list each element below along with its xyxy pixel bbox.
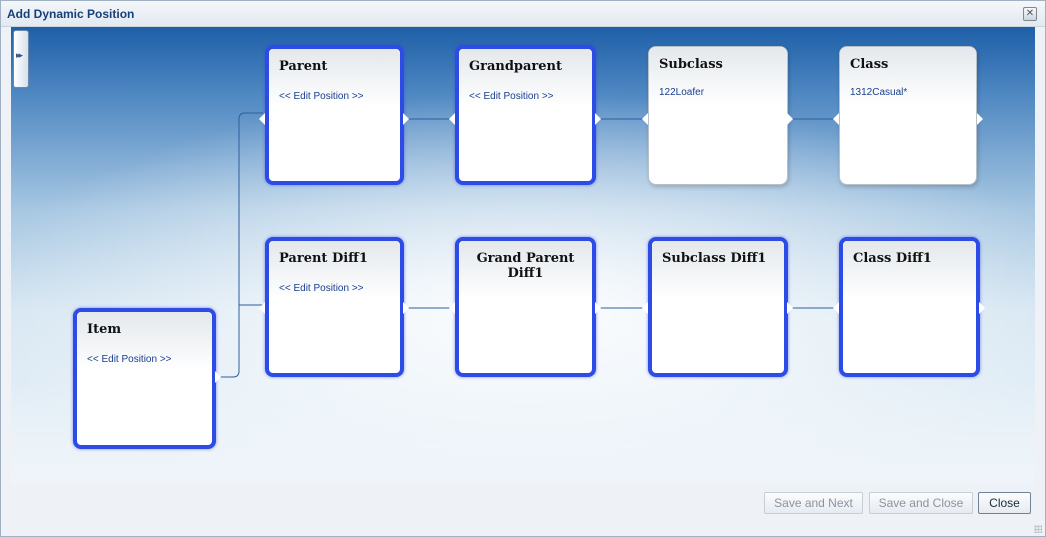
node-class[interactable]: Class 1312Casual* [839, 46, 977, 185]
input-port-icon [259, 113, 265, 125]
node-value: 1312Casual* [850, 87, 908, 98]
output-port-icon [787, 113, 793, 125]
close-icon[interactable]: ✕ [1023, 7, 1037, 21]
node-header [652, 241, 784, 299]
node-label: Class Diff1 [853, 251, 932, 266]
node-value: 122Loafer [659, 87, 705, 98]
node-header [843, 241, 976, 299]
save-and-next-button[interactable]: Save and Next [764, 492, 863, 514]
output-port-icon [595, 113, 601, 125]
hierarchy-canvas: ▸▸ Parent << Edit Position >> Grandparen… [11, 27, 1035, 485]
node-label: Grandparent [469, 59, 563, 74]
double-chevron-right-icon: ▸▸ [16, 51, 23, 61]
edit-position-link[interactable]: << Edit Position >> [279, 91, 364, 102]
output-port-icon [977, 113, 983, 125]
edit-position-link[interactable]: << Edit Position >> [87, 354, 172, 365]
node-grandparent[interactable]: Grandparent << Edit Position >> [455, 45, 596, 185]
dialog-title: Add Dynamic Position [7, 7, 135, 21]
node-label: Parent Diff1 [279, 251, 368, 266]
output-port-icon [979, 302, 985, 314]
input-port-icon [833, 113, 839, 125]
node-label: Parent [279, 59, 328, 74]
node-parent[interactable]: Parent << Edit Position >> [265, 45, 404, 185]
node-parent-diff1[interactable]: Parent Diff1 << Edit Position >> [265, 237, 404, 377]
close-button[interactable]: Close [978, 492, 1031, 514]
node-item[interactable]: Item << Edit Position >> [73, 308, 216, 449]
output-port-icon [595, 302, 601, 314]
dialog-titlebar: Add Dynamic Position ✕ [1, 1, 1045, 27]
expand-panel-toggle[interactable]: ▸▸ [13, 30, 29, 88]
input-port-icon [833, 302, 839, 314]
output-port-icon [787, 302, 793, 314]
node-label: Grand Parent Diff1 [476, 251, 575, 281]
input-port-icon [449, 302, 455, 314]
node-label: Class [850, 57, 889, 72]
node-subclass-diff1[interactable]: Subclass Diff1 [648, 237, 788, 377]
input-port-icon [259, 302, 265, 314]
output-port-icon [215, 371, 221, 383]
input-port-icon [449, 113, 455, 125]
output-port-icon [403, 113, 409, 125]
node-label: Item [87, 322, 122, 337]
node-label: Subclass Diff1 [662, 251, 767, 266]
add-dynamic-position-dialog: Add Dynamic Position ✕ ▸▸ Parent << Edit… [0, 0, 1046, 537]
edit-position-link[interactable]: << Edit Position >> [469, 91, 554, 102]
node-class-diff1[interactable]: Class Diff1 [839, 237, 980, 377]
node-label: Subclass [659, 57, 723, 72]
save-and-close-button[interactable]: Save and Close [869, 492, 973, 514]
node-subclass[interactable]: Subclass 122Loafer [648, 46, 788, 185]
input-port-icon [642, 113, 648, 125]
node-grand-parent-diff1[interactable]: Grand Parent Diff1 [455, 237, 596, 377]
edit-position-link[interactable]: << Edit Position >> [279, 283, 364, 294]
dialog-footer: Save and Next Save and Close Close [1, 487, 1045, 536]
output-port-icon [403, 302, 409, 314]
input-port-icon [642, 302, 648, 314]
resize-grip-icon[interactable] [1034, 525, 1042, 533]
connector-item-to-branch [216, 112, 263, 378]
